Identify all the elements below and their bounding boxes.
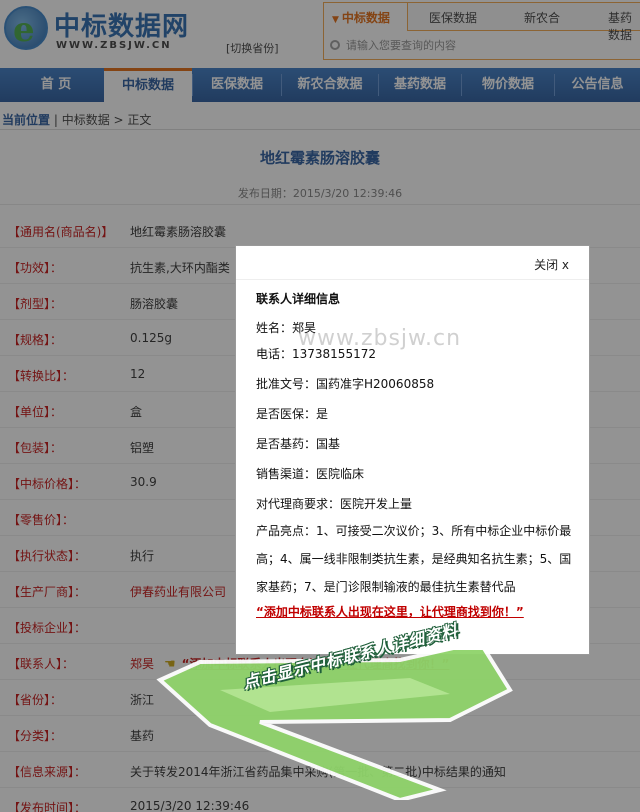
modal-header: 关闭 x [236,246,589,280]
agent-requirement: 对代理商要求：医院开发上量 [256,497,413,511]
add-contact-cta[interactable]: “添加中标联系人出现在这里，让代理商找到你！” [256,603,576,620]
essential-drug: 是否基药：国基 [256,437,341,451]
arrow-callout-icon [156,650,513,800]
modal-body: 联系人详细信息 姓名：郑昊 电话：13738155172 批准文号：国药准字H2… [256,290,576,620]
modal-heading: 联系人详细信息 [256,292,341,306]
close-button[interactable]: 关闭 x [534,256,569,273]
contact-name: 姓名：郑昊 [256,321,317,335]
product-highlights: 产品亮点：1、可接受二次议价；3、所有中标企业中标价最高；4、属一线非限制类抗生… [256,524,572,594]
medical-insurance: 是否医保：是 [256,407,329,421]
sales-channel: 销售渠道：医院临床 [256,467,365,481]
contact-phone: 电话：13738155172 [256,347,376,361]
approval-number: 批准文号：国药准字H20060858 [256,377,435,391]
contact-detail-modal: 关闭 x www.zbsjw.cn 联系人详细信息 姓名：郑昊 电话：13738… [235,245,590,655]
